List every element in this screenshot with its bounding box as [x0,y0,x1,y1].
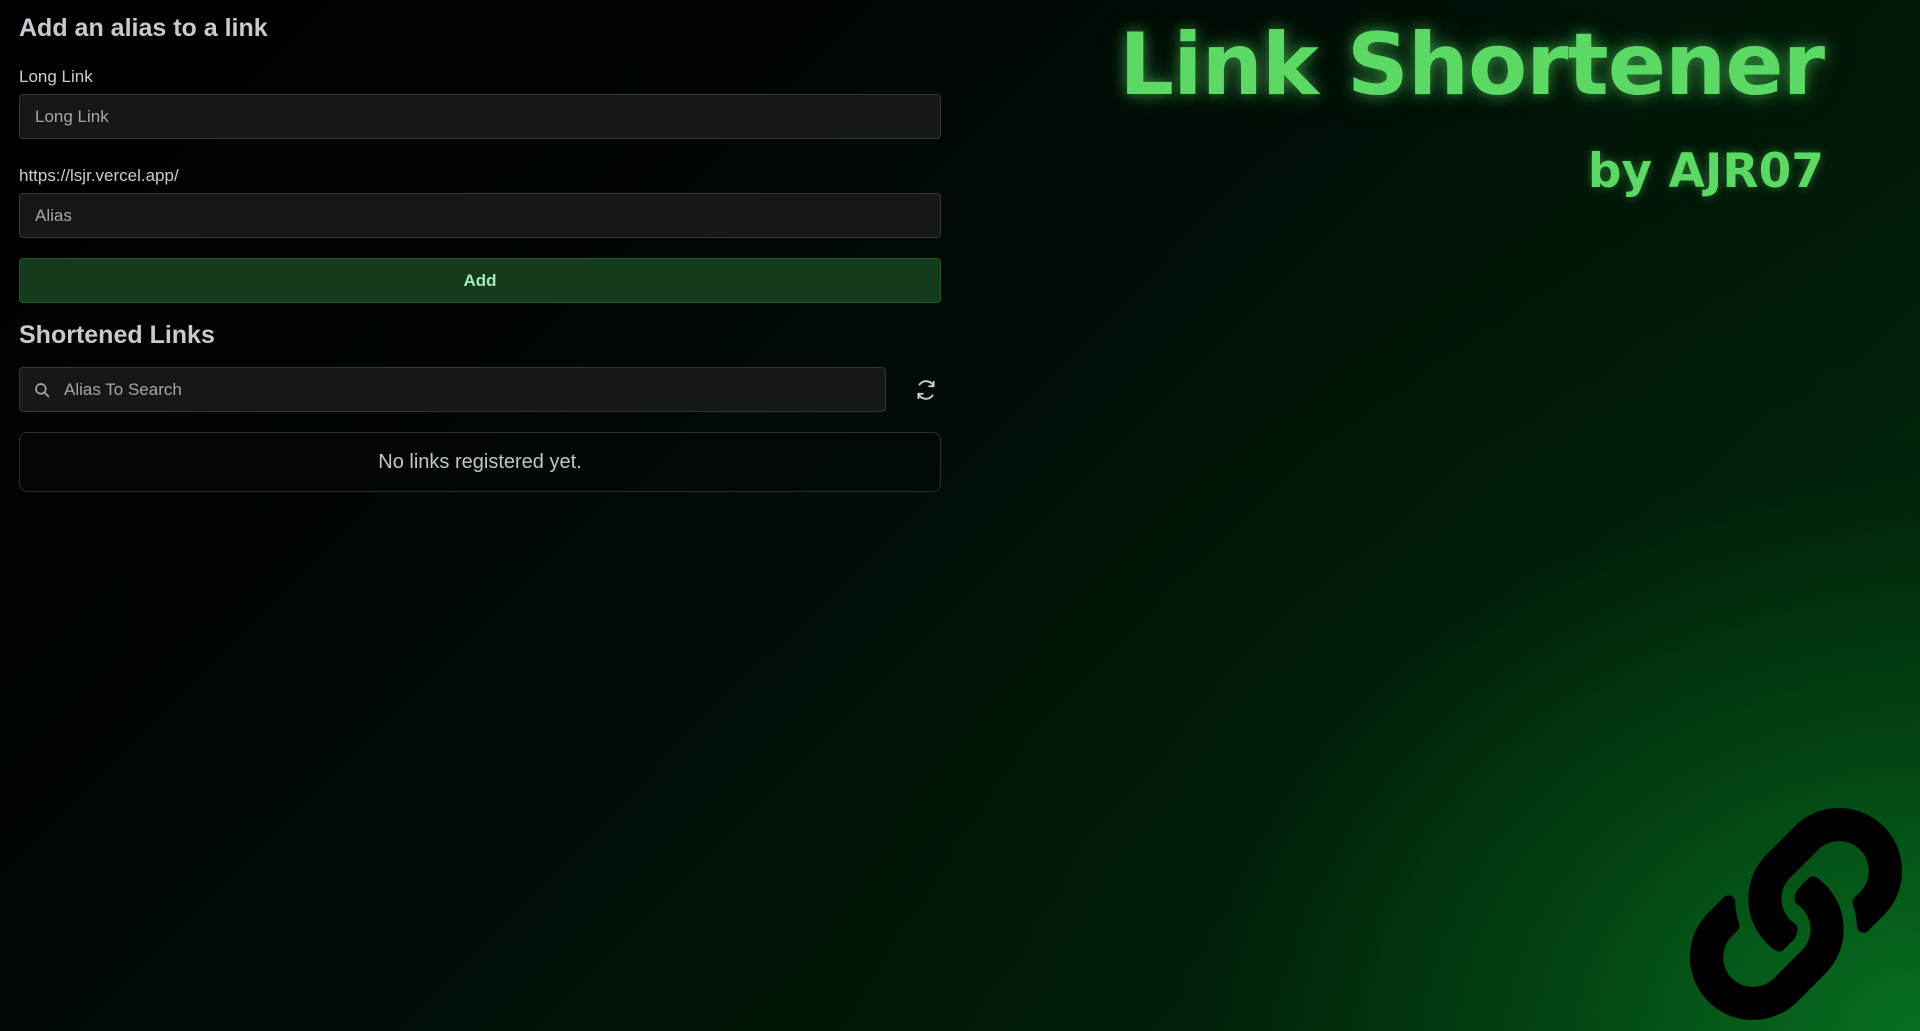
long-link-input[interactable] [19,94,941,139]
search-input[interactable] [64,368,874,411]
empty-links-message: No links registered yet. [19,432,941,492]
long-link-label: Long Link [19,67,93,86]
search-icon [35,383,50,398]
app-title: Link Shortener [1119,15,1825,115]
refresh-icon [917,380,935,400]
domain-prefix-label: https://lsjr.vercel.app/ [19,166,179,185]
add-button[interactable]: Add [19,258,941,303]
link-chain-icon [1690,808,1902,1020]
search-field[interactable] [19,367,886,412]
shortened-links-title: Shortened Links [19,321,215,349]
alias-input[interactable] [19,193,941,238]
form-title: Add an alias to a link [19,14,268,42]
refresh-button[interactable] [913,377,939,403]
app-author: by AJR07 [1587,144,1824,199]
